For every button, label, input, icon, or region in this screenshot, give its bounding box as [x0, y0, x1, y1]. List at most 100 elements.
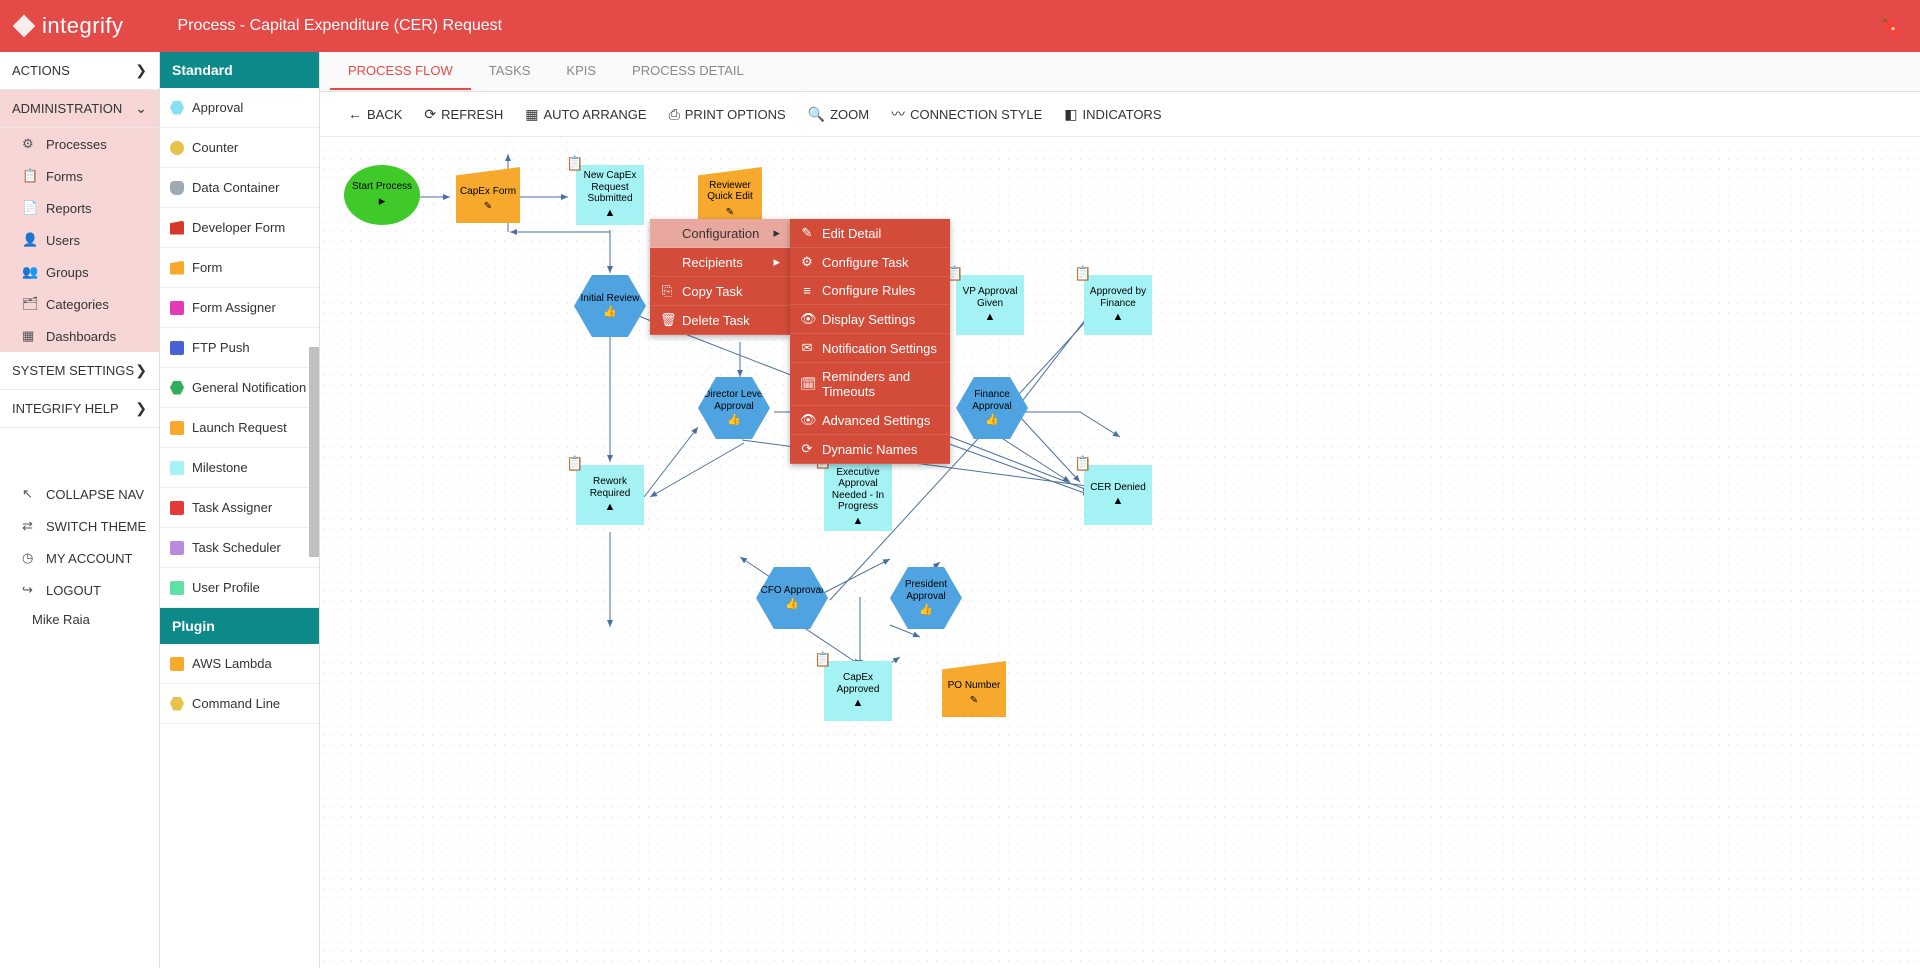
ctx-sub-notification-settings[interactable]: ✉Notification Settings — [790, 334, 950, 363]
tab-process-detail[interactable]: PROCESS DETAIL — [614, 53, 762, 90]
node-approved-by-finance[interactable]: 📋 Approved by Finance ▲ — [1084, 275, 1152, 335]
tool-user-profile[interactable]: User Profile — [160, 568, 319, 608]
nav-section-integrify-help[interactable]: INTEGRIFY HELP ❯ — [0, 390, 159, 428]
tool-icon — [170, 301, 184, 315]
tool-approval[interactable]: Approval — [160, 88, 319, 128]
ctx-sub-configure-rules[interactable]: ≡Configure Rules — [790, 277, 950, 305]
tab-process-flow[interactable]: PROCESS FLOW — [330, 53, 471, 90]
tool-icon — [170, 181, 184, 195]
toolbar-label: BACK — [367, 107, 402, 122]
bottom-item-my-account[interactable]: ◷MY ACCOUNT — [0, 542, 159, 574]
tool-counter[interactable]: Counter — [160, 128, 319, 168]
toolbar-icon: ⎙ — [669, 106, 680, 123]
ctx-sub-reminders-and-timeouts[interactable]: 🗓Reminders and Timeouts — [790, 363, 950, 406]
node-label: CER Denied — [1090, 482, 1146, 494]
toolbar-connection-style[interactable]: 〰CONNECTION STYLE — [891, 104, 1042, 124]
ctx-configuration[interactable]: Configuration▸ — [650, 219, 790, 248]
toolbar-icon: ▦ — [525, 106, 538, 123]
nav-section-system-settings[interactable]: SYSTEM SETTINGS ❯ — [0, 352, 159, 390]
ctx-copy-task[interactable]: ⎘Copy Task — [650, 277, 790, 306]
ctx-sub-advanced-settings[interactable]: 👁Advanced Settings — [790, 406, 950, 435]
sidebar-item-users[interactable]: 👤Users — [0, 224, 159, 256]
ctx-sub-edit-detail[interactable]: ✎Edit Detail — [790, 219, 950, 248]
node-reviewer-quick-edit[interactable]: 👥 Reviewer Quick Edit ✎ — [698, 167, 762, 223]
tool-task-assigner[interactable]: Task Assigner — [160, 488, 319, 528]
tool-milestone[interactable]: Milestone — [160, 448, 319, 488]
ctx-sub-configure-task[interactable]: ⚙Configure Task — [790, 248, 950, 277]
toolbar-indicators[interactable]: ◧INDICATORS — [1064, 106, 1161, 123]
bottom-item-switch-theme[interactable]: ⇄SWITCH THEME — [0, 510, 159, 542]
node-capex-form[interactable]: 👤 CapEx Form ✎ — [456, 167, 520, 223]
triangle-icon: ▲ — [1113, 495, 1124, 508]
node-capex-approved[interactable]: 📋 CapEx Approved ▲ — [824, 661, 892, 721]
task-icon: 📋 — [814, 651, 831, 667]
toolbar-auto-arrange[interactable]: ▦AUTO ARRANGE — [525, 106, 646, 123]
tool-developer-form[interactable]: Developer Form — [160, 208, 319, 248]
node-cfo-approval[interactable]: 👥 CFO Approval 👍 — [756, 567, 828, 629]
node-po-number[interactable]: 👥 PO Number ✎ — [942, 661, 1006, 717]
sidebar-item-groups[interactable]: 👥Groups — [0, 256, 159, 288]
tool-launch-request[interactable]: Launch Request — [160, 408, 319, 448]
node-finance-approval[interactable]: 👥 Finance Approval 👍 — [956, 377, 1028, 439]
tool-data-container[interactable]: Data Container — [160, 168, 319, 208]
ctx-recipients[interactable]: Recipients▸ — [650, 248, 790, 277]
toolbar-refresh[interactable]: ⟳REFRESH — [424, 106, 503, 123]
toolbar-print-options[interactable]: ⎙PRINT OPTIONS — [669, 106, 786, 123]
nav-section-administration[interactable]: ADMINISTRATION ⌄ — [0, 90, 159, 128]
nav-section-actions[interactable]: ACTIONS ❯ — [0, 52, 159, 90]
toolbar-label: CONNECTION STYLE — [910, 107, 1042, 122]
brand-logo[interactable]: integrify — [16, 13, 124, 39]
scrollbar-thumb[interactable] — [309, 347, 319, 557]
tab-kpis[interactable]: KPIS — [548, 53, 614, 90]
bookmark-icon[interactable]: 🔖 — [1879, 14, 1904, 39]
ctx-sub-dynamic-names[interactable]: ⟳Dynamic Names — [790, 435, 950, 464]
node-director-approval[interactable]: 👥 Director Level Approval 👍 — [698, 377, 770, 439]
app-header: integrify Process - Capital Expenditure … — [0, 0, 1920, 52]
sidebar-item-forms[interactable]: 📋Forms — [0, 160, 159, 192]
tool-general-notification[interactable]: General Notification — [160, 368, 319, 408]
sidebar-item-reports[interactable]: 📄Reports — [0, 192, 159, 224]
node-executive-approval[interactable]: 📋 Executive Approval Needed - In Progres… — [824, 463, 892, 531]
sidebar-item-processes[interactable]: ⚙Processes — [0, 128, 159, 160]
nav-item-label: Forms — [46, 169, 83, 184]
tool-aws-lambda[interactable]: AWS Lambda — [160, 644, 319, 684]
node-new-request-submitted[interactable]: 📋 New CapEx Request Submitted ▲ — [576, 165, 644, 225]
bottom-item-collapse-nav[interactable]: ↖COLLAPSE NAV — [0, 478, 159, 510]
triangle-icon: ▲ — [605, 207, 616, 220]
nav-section-label: INTEGRIFY HELP — [12, 401, 119, 416]
node-label: Approved by Finance — [1088, 286, 1148, 309]
toolbar-back[interactable]: ←BACK — [348, 106, 402, 122]
node-vp-approval-given[interactable]: 📋 VP Approval Given ▲ — [956, 275, 1024, 335]
tool-icon — [170, 101, 184, 115]
ctx-delete-task[interactable]: 🗑Delete Task — [650, 306, 790, 335]
tool-command-line[interactable]: Command Line — [160, 684, 319, 724]
ctx-sub-display-settings[interactable]: 👁Display Settings — [790, 305, 950, 334]
sidebar-item-dashboards[interactable]: ▦Dashboards — [0, 320, 159, 352]
task-icon: 📋 — [566, 455, 583, 471]
nav-item-label: Categories — [46, 297, 109, 312]
process-canvas[interactable]: Start Process ▸ 👤 CapEx Form ✎ 📋 New Cap… — [320, 137, 1920, 968]
users-icon: 👥 — [932, 651, 949, 667]
triangle-icon: ▲ — [853, 515, 864, 528]
sidebar-item-categories[interactable]: 🗂Categories — [0, 288, 159, 320]
node-president-approval[interactable]: 👥 President Approval 👍 — [890, 567, 962, 629]
context-submenu: ✎Edit Detail⚙Configure Task≡Configure Ru… — [790, 219, 950, 464]
tool-icon — [170, 541, 184, 555]
tool-form[interactable]: Form — [160, 248, 319, 288]
ctx-label: Edit Detail — [822, 226, 881, 241]
tab-tasks[interactable]: TASKS — [471, 53, 549, 90]
tool-form-assigner[interactable]: Form Assigner — [160, 288, 319, 328]
bottom-item-logout[interactable]: ↪LOGOUT — [0, 574, 159, 606]
node-cer-denied[interactable]: 📋 CER Denied ▲ — [1084, 465, 1152, 525]
ctx-label: Recipients — [682, 255, 743, 270]
toolbar-zoom[interactable]: 🔍ZOOM — [808, 106, 869, 123]
nav-section-label: ACTIONS — [12, 63, 70, 78]
node-rework-required[interactable]: 📋 Rework Required ▲ — [576, 465, 644, 525]
triangle-icon: ▲ — [1113, 311, 1124, 324]
tool-icon — [170, 657, 184, 671]
node-initial-review[interactable]: 👤 Initial Review 👍 — [574, 275, 646, 337]
node-label: Director Level Approval — [702, 389, 766, 412]
node-start-process[interactable]: Start Process ▸ — [344, 165, 420, 225]
tool-ftp-push[interactable]: FTP Push — [160, 328, 319, 368]
tool-task-scheduler[interactable]: Task Scheduler — [160, 528, 319, 568]
